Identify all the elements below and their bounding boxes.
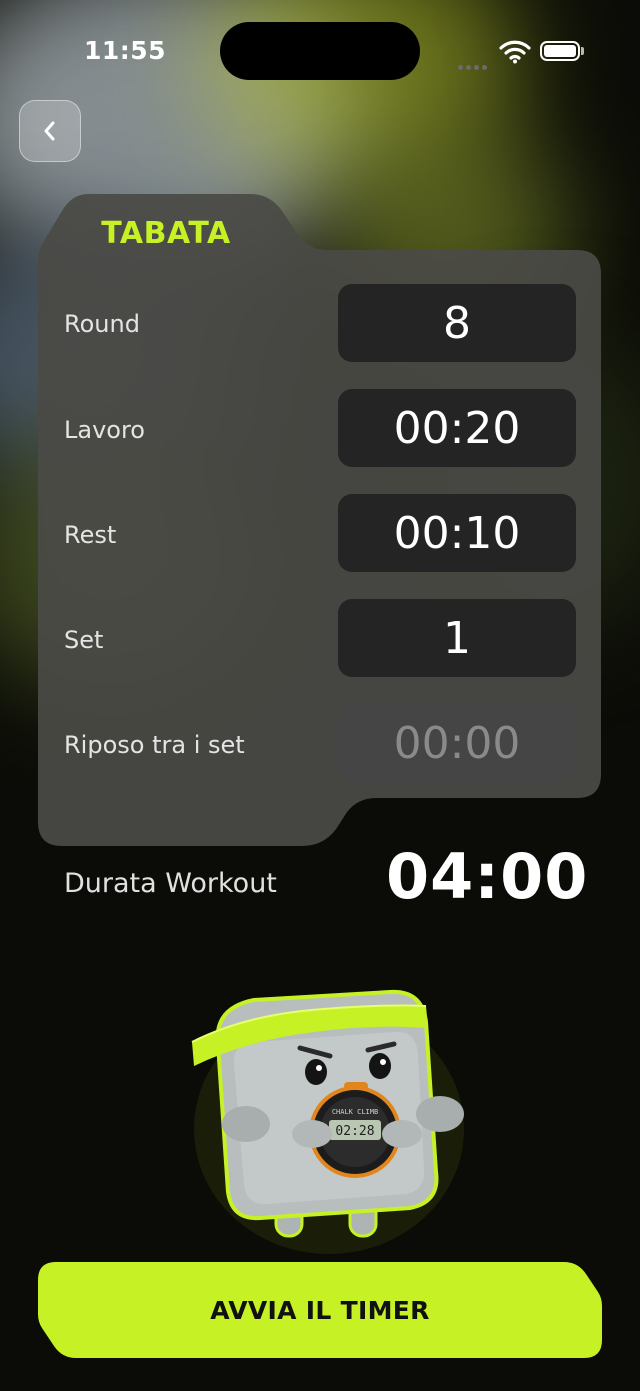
work-time-field[interactable]: 00:20 <box>338 389 576 467</box>
dynamic-island <box>220 22 420 80</box>
stopwatch-reading-text: 02:28 <box>335 1124 374 1139</box>
set-label: Set <box>64 626 104 654</box>
cellular-signal-icon <box>458 55 490 74</box>
workout-type-title: TABATA <box>101 216 231 251</box>
chevron-left-icon <box>44 121 55 141</box>
workout-duration-value: 04:00 <box>386 840 589 913</box>
status-time: 11:55 <box>84 36 167 65</box>
round-label: Round <box>64 310 140 338</box>
work-label: Lavoro <box>64 416 145 444</box>
workout-duration-label: Durata Workout <box>64 868 277 899</box>
set-count-field[interactable]: 1 <box>338 599 576 677</box>
battery-cap <box>581 47 584 55</box>
back-button[interactable] <box>19 100 81 162</box>
status-bar: 11:55 <box>0 0 640 100</box>
rest-between-sets-label: Riposo tra i set <box>64 731 245 759</box>
round-value-field[interactable]: 8 <box>338 284 576 362</box>
start-timer-label: AVVIA IL TIMER <box>210 1295 430 1325</box>
mascot-stopwatch-illustration: CHALK CLIMB 02:28 <box>191 989 464 1254</box>
rest-between-sets-field[interactable]: 00:00 <box>338 704 576 782</box>
wifi-icon <box>499 40 531 64</box>
rest-time-field[interactable]: 00:10 <box>338 494 576 572</box>
battery-icon <box>540 41 580 61</box>
start-timer-button[interactable]: AVVIA IL TIMER <box>38 1262 602 1358</box>
stopwatch-brand-text: CHALK CLIMB <box>332 1108 378 1116</box>
rest-label: Rest <box>64 521 117 549</box>
